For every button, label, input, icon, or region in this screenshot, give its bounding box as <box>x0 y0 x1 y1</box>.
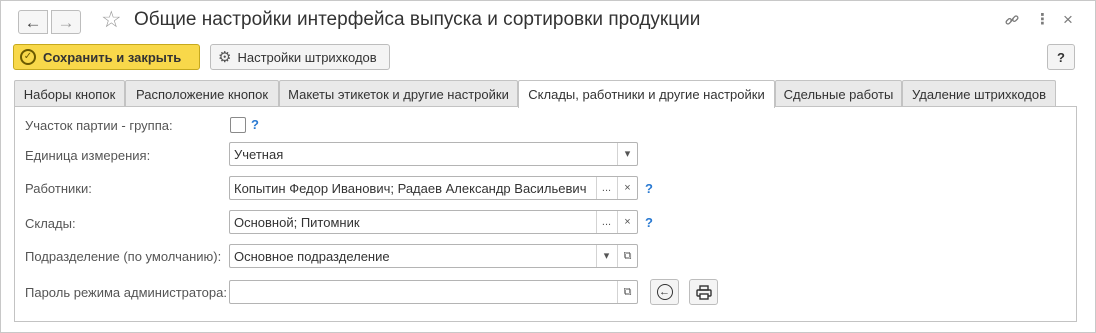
tab-button-layout[interactable]: Расположение кнопок <box>125 80 279 107</box>
unit-value: Учетная <box>234 147 284 162</box>
workers-value: Копытин Федор Иванович; Радаев Александр… <box>234 181 587 196</box>
open-icon[interactable]: ⧉ <box>617 281 637 303</box>
link-icon-svg <box>1005 15 1019 25</box>
tab-piece-work[interactable]: Сдельные работы <box>775 80 902 107</box>
page-title: Общие настройки интерфейса выпуска и сор… <box>134 9 701 30</box>
department-select[interactable]: Основное подразделение ▾ ⧉ <box>229 244 638 268</box>
clear-icon[interactable]: × <box>617 211 637 233</box>
barcode-settings-button[interactable]: ⚙ Настройки штрихкодов <box>210 44 390 70</box>
more-icon[interactable]: ⋮ <box>1035 12 1050 27</box>
gear-icon: ⚙ <box>218 49 232 66</box>
check-circle-icon: ✓ <box>20 49 36 65</box>
back-button[interactable]: ← <box>18 10 48 34</box>
tab-button-sets[interactable]: Наборы кнопок <box>14 80 125 107</box>
admin-password-label: Пароль режима администратора: <box>25 285 227 300</box>
help-icon[interactable]: ? <box>645 181 653 196</box>
tab-barcode-removal[interactable]: Удаление штрихкодов <box>902 80 1056 107</box>
admin-password-field[interactable]: ⧉ <box>229 280 638 304</box>
help-button[interactable]: ? <box>1047 44 1075 70</box>
back-arrow-button[interactable]: ← <box>650 279 679 305</box>
arrow-right-icon: → <box>57 12 75 32</box>
link-icon[interactable] <box>1004 12 1020 31</box>
barcode-settings-label: Настройки штрихкодов <box>237 49 377 65</box>
unit-select[interactable]: Учетная ▾ <box>229 142 638 166</box>
department-value: Основное подразделение <box>234 249 390 264</box>
open-icon[interactable]: ⧉ <box>617 245 637 267</box>
select-icon[interactable]: ... <box>596 177 616 199</box>
department-label: Подразделение (по умолчанию): <box>25 249 222 264</box>
save-and-close-button[interactable]: ✓ Сохранить и закрыть <box>13 44 200 70</box>
dropdown-icon[interactable]: ▾ <box>617 143 637 165</box>
unit-label: Единица измерения: <box>25 148 151 163</box>
warehouses-label: Склады: <box>25 216 76 231</box>
tab-label-layouts[interactable]: Макеты этикеток и другие настройки <box>279 80 518 107</box>
settings-window: ← → ☆ Общие настройки интерфейса выпуска… <box>0 0 1096 333</box>
close-icon[interactable]: × <box>1063 11 1073 28</box>
star-icon[interactable]: ☆ <box>101 8 122 31</box>
batch-section-group-checkbox[interactable] <box>230 117 246 133</box>
print-button[interactable] <box>689 279 718 305</box>
forward-button[interactable]: → <box>51 10 81 34</box>
tab-warehouses-workers[interactable]: Склады, работники и другие настройки <box>518 80 775 108</box>
help-icon[interactable]: ? <box>251 117 259 132</box>
workers-label: Работники: <box>25 181 92 196</box>
printer-icon <box>695 284 712 300</box>
warehouses-field[interactable]: Основной; Питомник ... × <box>229 210 638 234</box>
arrow-left-circle-icon: ← <box>656 284 673 300</box>
help-icon[interactable]: ? <box>645 215 653 230</box>
title-bar: ← → ☆ Общие настройки интерфейса выпуска… <box>1 1 1095 41</box>
select-icon[interactable]: ... <box>596 211 616 233</box>
save-and-close-label: Сохранить и закрыть <box>43 49 182 65</box>
dropdown-icon[interactable]: ▾ <box>596 245 616 267</box>
workers-field[interactable]: Копытин Федор Иванович; Радаев Александр… <box>229 176 638 200</box>
batch-section-group-label: Участок партии - группа: <box>25 118 173 133</box>
warehouses-value: Основной; Питомник <box>234 215 360 230</box>
clear-icon[interactable]: × <box>617 177 637 199</box>
arrow-left-icon: ← <box>24 12 42 32</box>
